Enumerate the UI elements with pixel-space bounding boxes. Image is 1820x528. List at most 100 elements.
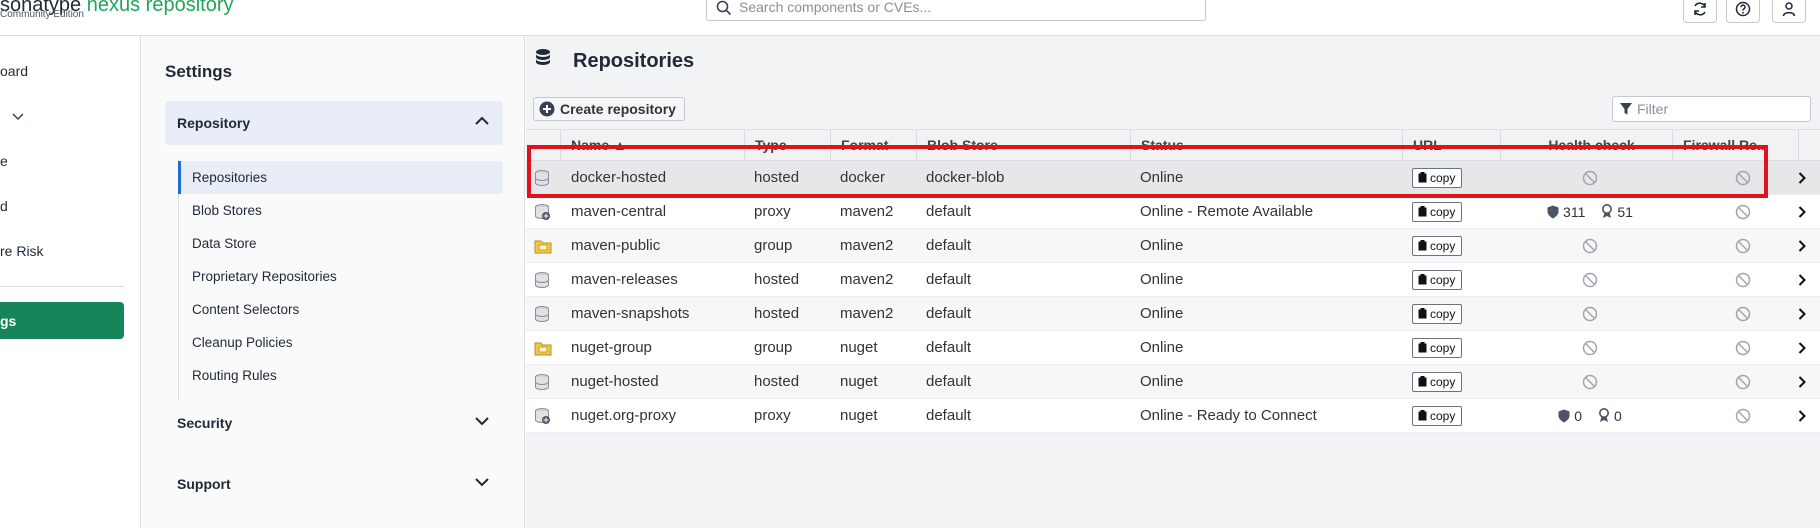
health-check-cell[interactable] [1500,331,1680,364]
clipboard-icon [1418,206,1427,217]
license-issue-count: 51 [1617,203,1633,220]
health-check-cell[interactable] [1500,297,1680,330]
help-icon [1735,1,1751,16]
health-check-cell[interactable] [1500,229,1680,262]
settings-item-blob-stores[interactable]: Blob Stores [178,194,503,227]
section-security[interactable]: Security [165,401,503,445]
column-header-type[interactable]: Type [744,130,834,160]
health-check-cell[interactable] [1500,263,1680,296]
copy-url-button[interactable]: copy [1412,337,1463,358]
row-open-chevron[interactable] [1798,297,1814,330]
section-support[interactable]: Support [165,462,503,506]
refresh-button[interactable] [1683,0,1717,23]
repo-status: Online [1140,373,1184,390]
chevron-up-icon [475,116,489,125]
repo-blob-store: default [926,305,972,322]
column-header-firewall[interactable]: Firewall Re... [1672,130,1798,160]
repo-name: maven-central [571,203,667,220]
health-check-cell[interactable]: 311 51 [1500,195,1680,228]
license-issues[interactable]: 0 [1598,408,1622,424]
health-check-cell[interactable]: 00 [1500,399,1680,432]
nav-expand-chevron[interactable] [12,108,24,124]
copy-url-button[interactable]: copy [1412,235,1463,256]
nav-item-settings[interactable]: gs [0,302,124,339]
section-repository[interactable]: Repository [165,101,503,145]
table-row[interactable]: nuget.org-proxy proxy nuget default Online -… [526,399,1820,433]
column-header-health-check[interactable]: Health check [1500,130,1672,160]
column-header-actions [1798,130,1820,160]
license-issues[interactable]: 51 [1601,204,1633,220]
repo-name: nuget.org-proxy [571,407,677,424]
proxy-repo-icon [535,203,550,220]
create-repository-button[interactable]: Create repository [533,97,685,121]
proxy-repo-icon [535,407,550,424]
repo-url-cell: copy [1412,331,1502,364]
settings-title: Settings [165,62,233,81]
filter-input[interactable] [1637,100,1805,118]
nav-item-3[interactable]: e [0,153,8,169]
repo-format: nuget [840,373,878,390]
nav-item-malware-risk[interactable]: re Risk [0,243,44,259]
repo-type: hosted [754,305,800,322]
table-row[interactable]: maven-releases hosted maven2 default Online c… [526,263,1820,297]
column-header-url[interactable]: URL [1402,130,1492,160]
column-header-name[interactable]: Name ▲ [560,130,740,160]
column-header-blob-store[interactable]: Blob Store [916,130,1106,160]
settings-item-repositories[interactable]: Repositories [178,161,503,194]
not-available-icon [1582,170,1598,185]
chevron-right-icon [1798,375,1806,388]
settings-item-cleanup-policies[interactable]: Cleanup Policies [178,326,503,359]
user-button[interactable] [1772,0,1806,23]
repo-format: docker [840,169,886,186]
column-header-status[interactable]: Status [1130,130,1330,160]
table-row[interactable]: maven-snapshots hosted maven2 default Online… [526,297,1820,331]
copy-url-button[interactable]: copy [1412,405,1463,426]
global-search[interactable] [706,0,1206,21]
filter-icon [1620,103,1632,115]
repo-blob-store: default [926,407,972,424]
search-input[interactable] [739,0,1189,17]
row-open-chevron[interactable] [1798,365,1814,398]
settings-item-content-selectors[interactable]: Content Selectors [178,293,503,326]
table-row[interactable]: docker-hosted hosted docker docker-blob Onli… [526,161,1820,195]
section-security-label: Security [177,415,233,431]
table-row[interactable]: maven-public group maven2 default Online copy [526,229,1820,263]
row-open-chevron[interactable] [1798,331,1814,364]
nav-item-dashboard[interactable]: oard [0,63,28,79]
repo-format: nuget [840,339,878,356]
row-open-chevron[interactable] [1798,399,1814,432]
copy-label: copy [1430,340,1456,355]
repo-format: maven2 [840,237,894,254]
user-icon [1782,1,1796,16]
row-open-chevron[interactable] [1798,161,1814,194]
repo-type: group [754,237,793,254]
column-header-format[interactable]: Format [830,130,920,160]
row-open-chevron[interactable] [1798,195,1814,228]
copy-url-button[interactable]: copy [1412,167,1463,188]
table-row[interactable]: nuget-group group nuget default Online copy [526,331,1820,365]
copy-url-button[interactable]: copy [1412,201,1463,222]
not-available-icon [1735,340,1751,355]
edition-label: Community Edition [0,9,84,20]
security-issues[interactable]: 311 [1547,204,1585,220]
copy-url-button[interactable]: copy [1412,371,1463,392]
help-button[interactable] [1726,0,1760,23]
filter-box[interactable] [1612,96,1811,122]
copy-url-button[interactable]: copy [1412,303,1463,324]
row-open-chevron[interactable] [1798,263,1814,296]
table-row[interactable]: maven-central proxy maven2 default Online - … [526,195,1820,229]
repo-url-cell: copy [1412,365,1502,398]
not-available-icon [1582,238,1598,253]
settings-item-data-store[interactable]: Data Store [178,227,503,260]
nav-item-4[interactable]: d [0,198,8,214]
chevron-right-icon [1798,273,1806,286]
copy-url-button[interactable]: copy [1412,269,1463,290]
not-available-icon [1582,306,1598,321]
row-open-chevron[interactable] [1798,229,1814,262]
settings-item-proprietary-repositories[interactable]: Proprietary Repositories [178,260,503,293]
settings-item-routing-rules[interactable]: Routing Rules [178,359,503,392]
health-check-cell[interactable] [1500,161,1680,194]
security-issues[interactable]: 0 [1558,408,1582,424]
table-row[interactable]: nuget-hosted hosted nuget default Online copy [526,365,1820,399]
health-check-cell[interactable] [1500,365,1680,398]
